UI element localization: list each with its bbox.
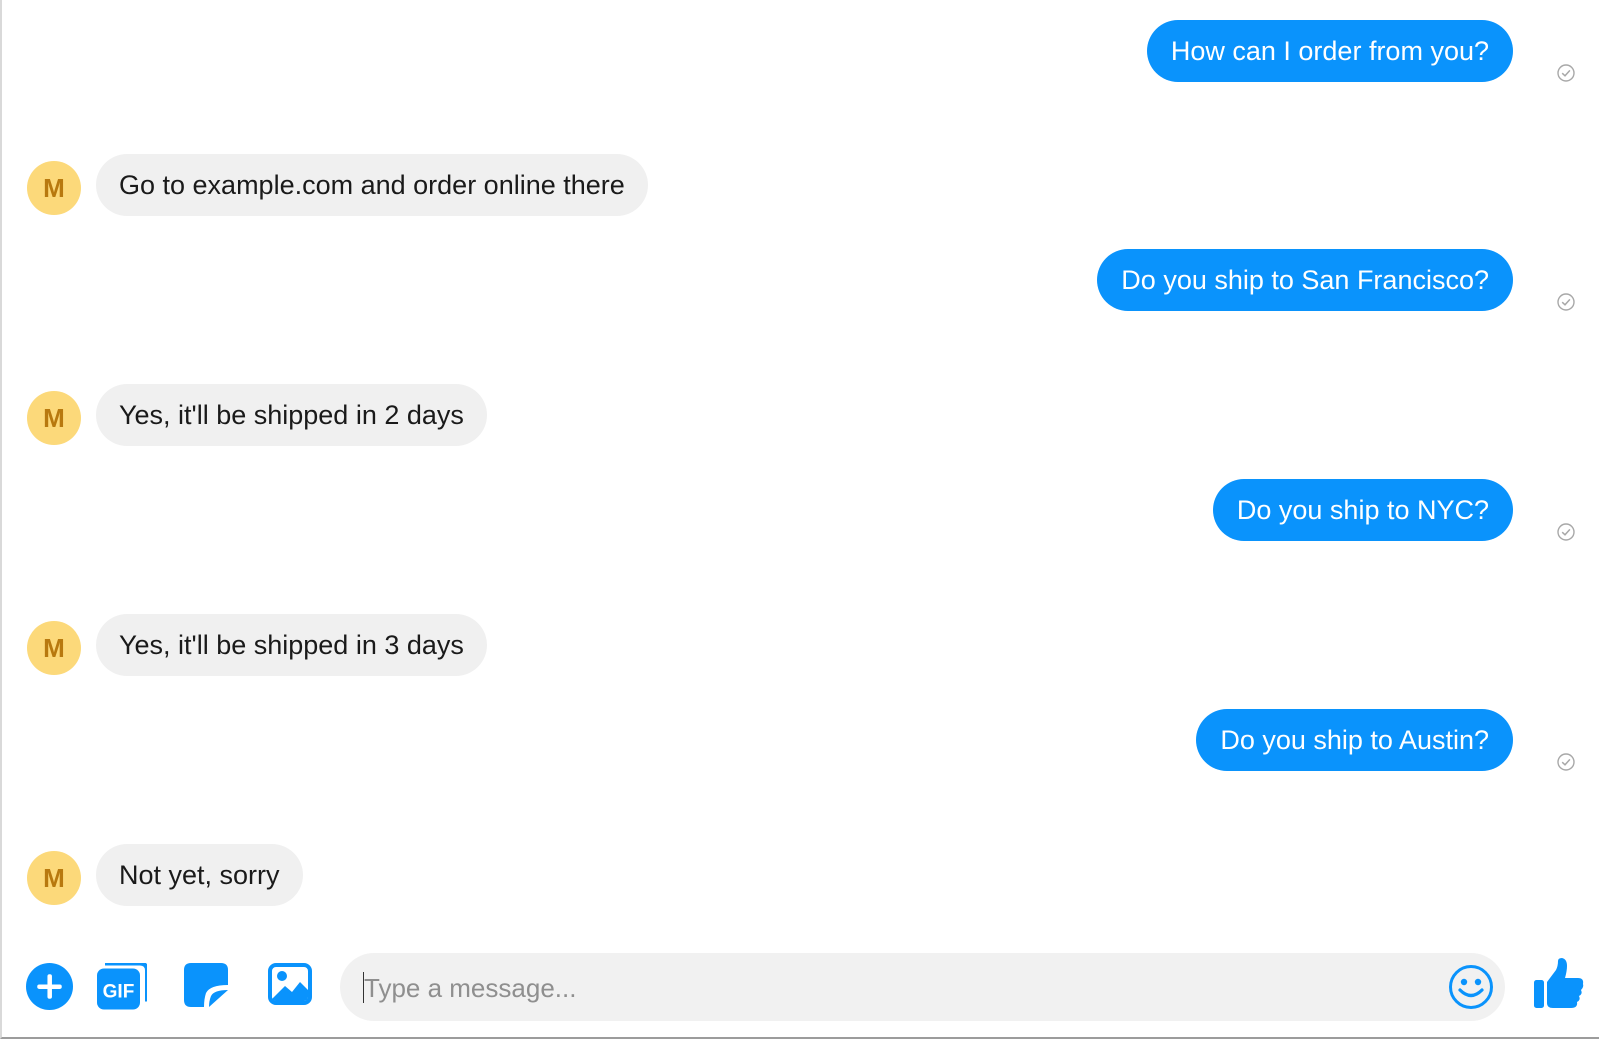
message-input-container bbox=[340, 953, 1505, 1023]
plus-icon[interactable] bbox=[26, 963, 73, 1010]
outgoing-message: Do you ship to Austin? bbox=[1196, 709, 1513, 771]
incoming-message: Not yet, sorry bbox=[96, 844, 303, 906]
avatar: M bbox=[27, 621, 81, 675]
sticker-icon[interactable] bbox=[184, 963, 228, 1007]
emoji-icon[interactable] bbox=[1449, 965, 1493, 1009]
outgoing-message: Do you ship to NYC? bbox=[1212, 479, 1513, 541]
avatar: M bbox=[27, 851, 81, 905]
incoming-message: Yes, it'll be shipped in 2 days bbox=[96, 384, 487, 446]
avatar: M bbox=[27, 161, 81, 215]
incoming-message: Go to example.com and order online there bbox=[96, 154, 648, 216]
messenger-window: How can I order from you? M Go to exampl… bbox=[0, 0, 1599, 1039]
read-receipt-check-icon bbox=[1557, 293, 1575, 311]
thumbs-up-icon[interactable] bbox=[1534, 958, 1584, 1010]
read-receipt-check-icon bbox=[1557, 753, 1575, 771]
outgoing-message: How can I order from you? bbox=[1146, 20, 1513, 82]
read-receipt-check-icon bbox=[1557, 523, 1575, 541]
incoming-message: Yes, it'll be shipped in 3 days bbox=[96, 614, 487, 676]
gif-label: GIF bbox=[103, 982, 135, 1003]
outgoing-message: Do you ship to San Francisco? bbox=[1097, 249, 1513, 311]
photo-icon[interactable] bbox=[268, 963, 312, 1005]
avatar: M bbox=[27, 391, 81, 445]
text-caret bbox=[363, 972, 364, 1003]
read-receipt-check-icon bbox=[1557, 64, 1575, 82]
gif-icon[interactable]: GIF bbox=[97, 963, 147, 1010]
message-input[interactable] bbox=[362, 953, 1426, 1023]
